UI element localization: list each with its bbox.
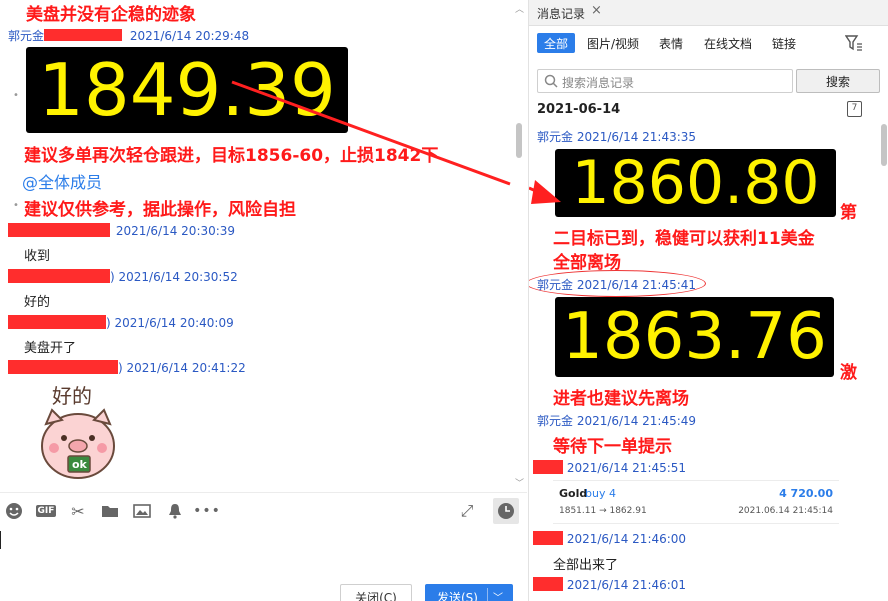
history-search-field[interactable]: 搜索消息记录: [537, 69, 793, 93]
folder-icon[interactable]: [99, 501, 121, 521]
history-scrollbar[interactable]: [881, 124, 887, 166]
search-placeholder: 搜索消息记录: [562, 76, 635, 90]
message-meta: ) 2021/6/14 20:40:09: [8, 315, 234, 330]
image-icon[interactable]: [131, 501, 153, 521]
send-divider: [487, 588, 488, 601]
message-time: ) 2021/6/14 20:40:09: [106, 316, 234, 330]
bell-icon[interactable]: [164, 501, 186, 521]
message-text: 好的: [24, 295, 51, 310]
scroll-down-icon[interactable]: ﹀: [515, 476, 524, 489]
message-text: 美盘开了: [24, 341, 77, 356]
category-links[interactable]: 链接: [765, 33, 803, 53]
annotation-text: 进者也建议先离场: [553, 389, 689, 409]
price-value: 1863.76: [562, 300, 827, 374]
redacted-block: [8, 269, 110, 283]
redacted-block: [8, 315, 106, 329]
history-clock-icon[interactable]: [493, 498, 519, 524]
input-toolbar: GIF ✂ ••• ⤢: [0, 492, 527, 528]
message-time: 2021/6/14 21:46:01: [566, 578, 687, 592]
close-icon[interactable]: ×: [591, 3, 602, 18]
trade-symbol: Gold: [559, 487, 588, 500]
annotation-arrow: [231, 80, 511, 186]
annotation-text: 第: [840, 203, 857, 223]
scissors-icon[interactable]: ✂: [67, 501, 89, 521]
trade-closed-time: 2021.06.14 21:45:14: [738, 506, 833, 516]
trade-amount: 4 720.00: [779, 487, 833, 500]
price-ticker-image[interactable]: 1863.76: [555, 297, 834, 377]
history-panel: 消息记录 × 全部 图片/视频 表情 在线文档 链接 搜索消息记录 搜索 202…: [528, 0, 888, 601]
message-meta: ) 2021/6/14 20:41:22: [8, 360, 246, 375]
message-meta: 郭元金 2021/6/14 21:43:35: [537, 130, 697, 144]
message-text: 全部出来了: [553, 558, 619, 573]
category-all[interactable]: 全部: [537, 33, 576, 53]
message-time: ) 2021/6/14 20:30:52: [110, 270, 238, 284]
message-meta: 郭元金 2021/6/14 21:45:49: [537, 414, 697, 428]
calendar-day: 7: [851, 103, 858, 113]
smile-icon[interactable]: [3, 501, 25, 521]
message-input[interactable]: [0, 530, 527, 582]
message-text: 收到: [24, 249, 51, 264]
message-meta: 2021/6/14 21:46:01: [533, 577, 686, 592]
search-icon: [544, 74, 558, 88]
annotation-arrow-head: [529, 180, 561, 204]
sticker-ok-text: ok: [72, 458, 87, 471]
message-meta: 郭元金 2021/6/14 21:45:41: [537, 278, 697, 292]
gif-label: GIF: [35, 505, 57, 517]
date-header: 2021-06-14: [537, 102, 621, 117]
category-media[interactable]: 图片/视频: [580, 33, 646, 53]
annotation-text: 二目标已到，稳健可以获利11美金: [553, 229, 815, 249]
more-icon[interactable]: •••: [193, 501, 220, 521]
trade-card[interactable]: Gold buy 4 4 720.00 1851.11 → 1862.91 20…: [553, 480, 839, 524]
category-stickers[interactable]: 表情: [652, 33, 690, 53]
price-ticker-image[interactable]: 1860.80: [555, 148, 836, 218]
redacted-block: [533, 531, 563, 545]
history-tab-bar: 消息记录 ×: [529, 0, 888, 26]
send-label: 发送(S): [437, 590, 478, 601]
tab-history[interactable]: 消息记录: [537, 5, 585, 22]
trade-side: buy 4: [585, 487, 616, 500]
message-meta: 2021/6/14 21:45:51: [533, 460, 686, 475]
filter-icon[interactable]: [844, 35, 863, 54]
send-button[interactable]: 发送(S) ﹀: [425, 584, 513, 601]
message-time: ) 2021/6/14 20:41:22: [118, 361, 246, 375]
pig-sticker[interactable]: 好的 ok: [28, 380, 128, 482]
gif-icon[interactable]: GIF: [35, 501, 57, 521]
redacted-block: [533, 577, 563, 591]
redacted-block: [533, 460, 563, 474]
redacted-block: [8, 360, 118, 374]
trade-prices: 1851.11 → 1862.91: [559, 506, 647, 516]
category-docs[interactable]: 在线文档: [697, 33, 759, 53]
message-time: 2021/6/14 21:45:51: [566, 461, 687, 475]
message-meta: 2021/6/14 21:46:00: [533, 531, 686, 546]
annotation-text: 等待下一单提示: [553, 437, 672, 457]
annotation-text: 激: [840, 363, 857, 383]
message-meta: ) 2021/6/14 20:30:52: [8, 269, 238, 284]
chat-pane: 美盘并没有企稳的迹象 郭元金 2021/6/14 20:29:48 • 1849…: [0, 0, 527, 601]
calendar-icon[interactable]: 7: [847, 101, 862, 117]
close-button[interactable]: 关闭(C): [340, 584, 412, 601]
search-button[interactable]: 搜索: [796, 69, 880, 93]
chevron-down-icon[interactable]: ﹀: [493, 589, 503, 601]
expand-icon[interactable]: ⤢: [456, 501, 478, 521]
pig-icon: [41, 408, 115, 479]
price-value: 1860.80: [571, 148, 820, 218]
message-time: 2021/6/14 21:46:00: [566, 532, 687, 546]
